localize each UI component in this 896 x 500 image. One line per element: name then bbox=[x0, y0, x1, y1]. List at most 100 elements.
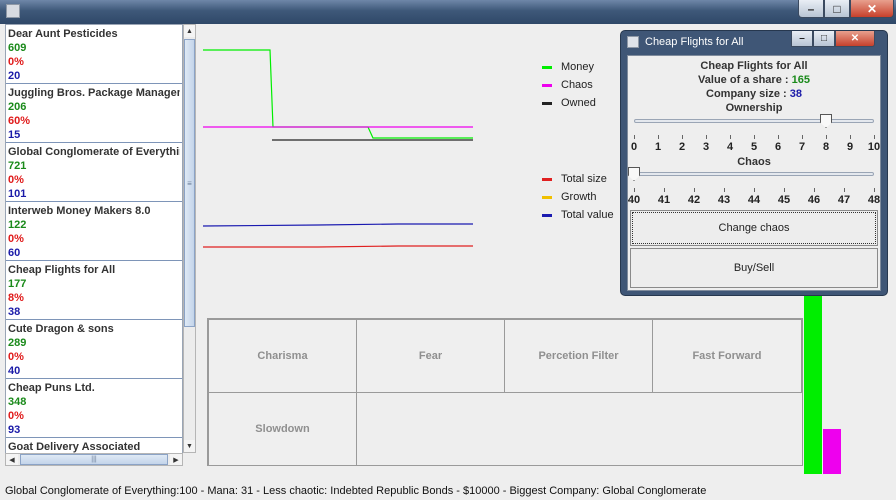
slider-tick-label: 9 bbox=[846, 141, 854, 153]
mana-bar-green bbox=[804, 296, 822, 474]
legend-item-money: Money bbox=[542, 58, 596, 76]
buy-sell-button[interactable]: Buy/Sell bbox=[630, 248, 878, 288]
company-size: 15 bbox=[8, 129, 21, 141]
scroll-left-icon[interactable]: ◀ bbox=[6, 454, 18, 465]
dialog-app-icon bbox=[627, 36, 639, 48]
money-series-line bbox=[203, 49, 473, 139]
vertical-scroll-thumb[interactable]: ≡ bbox=[184, 39, 195, 327]
slider-tick bbox=[730, 135, 731, 139]
ownership-slider-knob[interactable] bbox=[820, 114, 832, 128]
top-chart-legend: Money Chaos Owned bbox=[542, 58, 596, 112]
company-size-label: Company size : bbox=[706, 88, 790, 100]
window-titlebar: – □ ✕ bbox=[0, 0, 896, 24]
company-name: Juggling Bros. Package Management bbox=[8, 87, 180, 99]
horizontal-scroll-thumb[interactable]: ||| bbox=[20, 454, 168, 465]
legend-label: Owned bbox=[561, 97, 596, 109]
dialog-controls: – □ ✕ bbox=[791, 31, 875, 47]
company-list-vertical-scrollbar[interactable]: ▲ ≡ ▼ bbox=[183, 24, 196, 453]
legend-label: Chaos bbox=[561, 79, 593, 91]
company-list-item[interactable]: Interweb Money Makers 8.0 122 0% 60 bbox=[6, 202, 182, 261]
company-share-value: 348 bbox=[8, 396, 27, 408]
company-name: Cheap Flights for All bbox=[8, 264, 116, 276]
dialog-title: Cheap Flights for All bbox=[645, 36, 744, 48]
fast-forward-button[interactable]: Fast Forward bbox=[652, 319, 802, 393]
slider-tick bbox=[706, 135, 707, 139]
dialog-titlebar[interactable]: Cheap Flights for All – □ ✕ bbox=[621, 31, 887, 53]
company-list-horizontal-scrollbar[interactable]: ◀ ||| ▶ bbox=[5, 453, 183, 466]
company-list-item[interactable]: Cheap Flights for All 177 8% 38 bbox=[6, 261, 182, 320]
company-share-value: 177 bbox=[8, 278, 27, 290]
company-list-item[interactable]: Juggling Bros. Package Management 206 60% 1… bbox=[6, 84, 182, 143]
company-list-item[interactable]: Global Conglomerate of Everything 721 0% 10… bbox=[6, 143, 182, 202]
perception-filter-button[interactable]: Percetion Filter bbox=[504, 319, 653, 393]
ownership-label: Ownership bbox=[725, 102, 783, 114]
slider-tick-label: 44 bbox=[747, 194, 761, 206]
slider-tick-label: 40 bbox=[627, 194, 641, 206]
company-name: Cute Dragon & sons bbox=[8, 323, 114, 335]
company-size: 40 bbox=[8, 365, 21, 377]
company-size: 101 bbox=[8, 188, 27, 200]
company-name: Cheap Puns Ltd. bbox=[8, 382, 95, 394]
company-name: Dear Aunt Pesticides bbox=[8, 28, 118, 40]
dialog-company-name: Cheap Flights for All bbox=[700, 60, 808, 72]
minimize-icon[interactable]: – bbox=[798, 0, 824, 18]
ownership-slider[interactable] bbox=[634, 119, 874, 123]
company-share-value: 289 bbox=[8, 337, 27, 349]
slider-tick bbox=[754, 188, 755, 192]
change-chaos-button[interactable]: Change chaos bbox=[630, 210, 878, 246]
slider-tick bbox=[754, 135, 755, 139]
slider-tick bbox=[814, 188, 815, 192]
slider-tick bbox=[874, 135, 875, 139]
company-chaos: 8% bbox=[8, 292, 24, 304]
company-share-value: 609 bbox=[8, 42, 27, 54]
company-list-item[interactable]: Cheap Puns Ltd. 348 0% 93 bbox=[6, 379, 182, 438]
company-share-value: 721 bbox=[8, 160, 27, 172]
company-list-item[interactable]: Cute Dragon & sons 289 0% 40 bbox=[6, 320, 182, 379]
slider-tick bbox=[682, 135, 683, 139]
legend-item-total-value: Total value bbox=[542, 206, 614, 224]
slider-tick-label: 41 bbox=[657, 194, 671, 206]
fear-button[interactable]: Fear bbox=[356, 319, 505, 393]
ownership-ticks: 0 1 2 3 4 5 6 7 8 9 10 bbox=[628, 135, 880, 155]
company-list-item[interactable]: Dear Aunt Pesticides 609 0% 20 bbox=[6, 25, 182, 84]
slider-tick-label: 43 bbox=[717, 194, 731, 206]
slider-tick bbox=[694, 188, 695, 192]
company-size: 20 bbox=[8, 70, 21, 82]
share-value-row: Value of a share : 165 bbox=[628, 74, 880, 86]
close-icon[interactable]: ✕ bbox=[850, 0, 894, 18]
legend-label: Money bbox=[561, 61, 595, 73]
scroll-down-icon[interactable]: ▼ bbox=[184, 440, 195, 452]
legend-item-total-size: Total size bbox=[542, 170, 614, 188]
maximize-icon[interactable]: □ bbox=[824, 0, 850, 18]
powers-panel: Charisma Fear Percetion Filter Fast Forw… bbox=[207, 318, 803, 466]
slider-tick bbox=[784, 188, 785, 192]
slider-tick-label: 0 bbox=[630, 141, 638, 153]
slider-tick-label: 45 bbox=[777, 194, 791, 206]
slider-tick bbox=[826, 135, 827, 139]
dialog-minimize-icon[interactable]: – bbox=[791, 31, 813, 47]
chaos-slider[interactable] bbox=[634, 172, 874, 176]
slider-tick-label: 7 bbox=[798, 141, 806, 153]
legend-item-owned: Owned bbox=[542, 94, 596, 112]
slider-tick-label: 48 bbox=[867, 194, 881, 206]
app-icon bbox=[6, 4, 20, 18]
scroll-up-icon[interactable]: ▲ bbox=[184, 25, 195, 37]
mana-bars bbox=[804, 296, 841, 474]
size-growth-value-chart bbox=[202, 223, 473, 248]
company-name: Goat Delivery Associated bbox=[8, 441, 141, 453]
slowdown-button[interactable]: Slowdown bbox=[208, 392, 357, 466]
chaos-ticks: 40 41 42 43 44 45 46 47 48 bbox=[628, 188, 880, 208]
dialog-close-icon[interactable]: ✕ bbox=[835, 31, 875, 47]
dialog-maximize-icon[interactable]: □ bbox=[813, 31, 835, 47]
company-list[interactable]: Dear Aunt Pesticides 609 0% 20 Juggling Bros… bbox=[5, 24, 183, 464]
scroll-right-icon[interactable]: ▶ bbox=[170, 454, 182, 465]
charisma-button[interactable]: Charisma bbox=[208, 319, 357, 393]
total-size-series-line bbox=[203, 245, 473, 248]
chaos-slider-knob[interactable] bbox=[628, 167, 640, 181]
company-chaos: 0% bbox=[8, 410, 24, 422]
share-value-label: Value of a share : bbox=[698, 74, 792, 86]
legend-label: Growth bbox=[561, 191, 597, 203]
slider-tick-label: 42 bbox=[687, 194, 701, 206]
legend-label: Total value bbox=[561, 209, 614, 221]
slider-tick-label: 47 bbox=[837, 194, 851, 206]
